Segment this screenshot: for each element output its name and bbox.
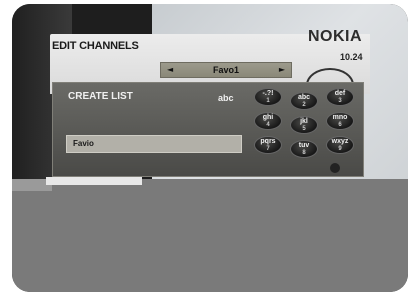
keypad-key-2[interactable]: abc 2 — [290, 92, 318, 110]
keypad-key-4[interactable]: ghi 4 — [254, 112, 282, 130]
brand-logo: NOKIA — [308, 28, 363, 45]
list-name-value: Favio — [73, 139, 94, 148]
keypad-key-9[interactable]: wxyz 9 — [326, 136, 354, 154]
speaker-icon — [330, 163, 340, 173]
keypad-key-1[interactable]: -.?! 1 — [254, 88, 282, 106]
list-name-field[interactable]: Favio — [66, 135, 242, 153]
create-list-heading: CREATE LIST — [68, 91, 133, 102]
input-mode-label: abc — [218, 93, 234, 103]
list-selector[interactable]: ◄ Favo1 ► — [160, 62, 292, 78]
keypad-key-8[interactable]: tuv 8 — [290, 140, 318, 158]
page-title: EDIT CHANNELS — [52, 40, 139, 52]
highlight-bar — [46, 177, 142, 185]
list-selector-label: Favo1 — [212, 65, 239, 75]
clock-time: 10.24 — [340, 52, 363, 62]
keypad-key-7[interactable]: pqrs 7 — [254, 136, 282, 154]
keypad-key-3[interactable]: def 3 — [326, 88, 354, 106]
arrow-right-icon[interactable]: ► — [279, 63, 285, 77]
on-screen-keypad: -.?! 1 abc 2 def 3 ghi 4 jkl 5 mno 6 pqrs 7 tuv… — [252, 88, 362, 175]
keypad-key-5[interactable]: jkl 5 — [290, 116, 318, 134]
keypad-key-6[interactable]: mno 6 — [326, 112, 354, 130]
lower-area — [12, 179, 408, 292]
